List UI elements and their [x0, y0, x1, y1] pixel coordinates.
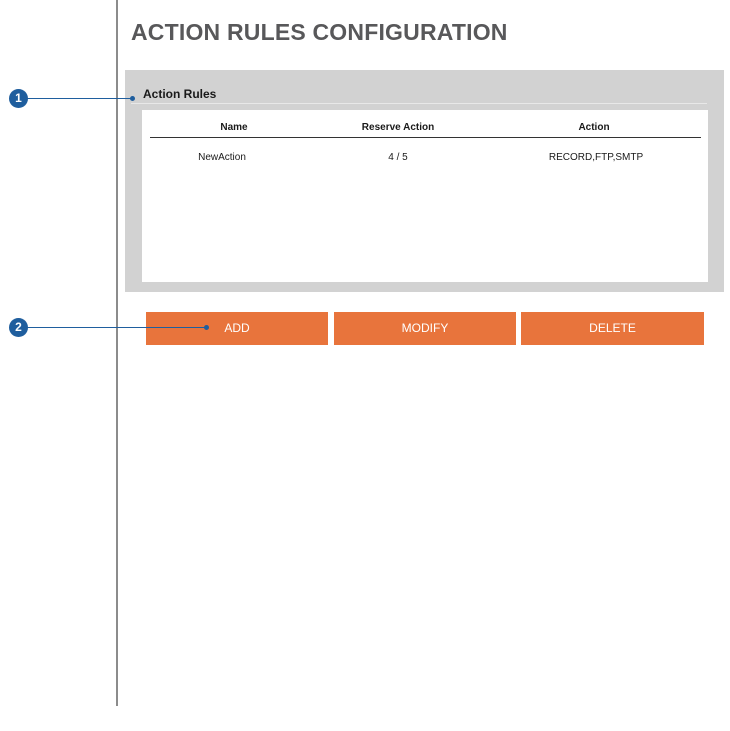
- table-cell-reserve-action[interactable]: 4 / 5: [388, 152, 407, 163]
- page-title: ACTION RULES CONFIGURATION: [131, 19, 508, 45]
- delete-button[interactable]: DELETE: [521, 312, 704, 345]
- action-rules-table: [142, 110, 708, 282]
- table-cell-action[interactable]: RECORD,FTP,SMTP: [549, 152, 643, 163]
- table-header-divider: [150, 137, 701, 138]
- action-rules-label: Action Rules: [143, 87, 217, 101]
- add-button[interactable]: ADD: [146, 312, 328, 345]
- left-divider: [116, 0, 118, 706]
- panel-divider: [131, 103, 707, 104]
- column-header-reserve-action: Reserve Action: [361, 122, 435, 133]
- callout-dot-1: [130, 96, 135, 101]
- table-cell-name[interactable]: NewAction: [198, 152, 246, 163]
- column-header-name: Name: [220, 122, 248, 133]
- callout-line-1: [27, 98, 132, 99]
- modify-button[interactable]: MODIFY: [334, 312, 516, 345]
- callout-badge-1: 1: [9, 89, 28, 108]
- callout-dot-2: [204, 325, 209, 330]
- page: ACTION RULES CONFIGURATION Action Rules …: [0, 0, 730, 731]
- callout-line-2: [27, 327, 206, 328]
- callout-badge-2: 2: [9, 318, 28, 337]
- column-header-action: Action: [578, 122, 610, 133]
